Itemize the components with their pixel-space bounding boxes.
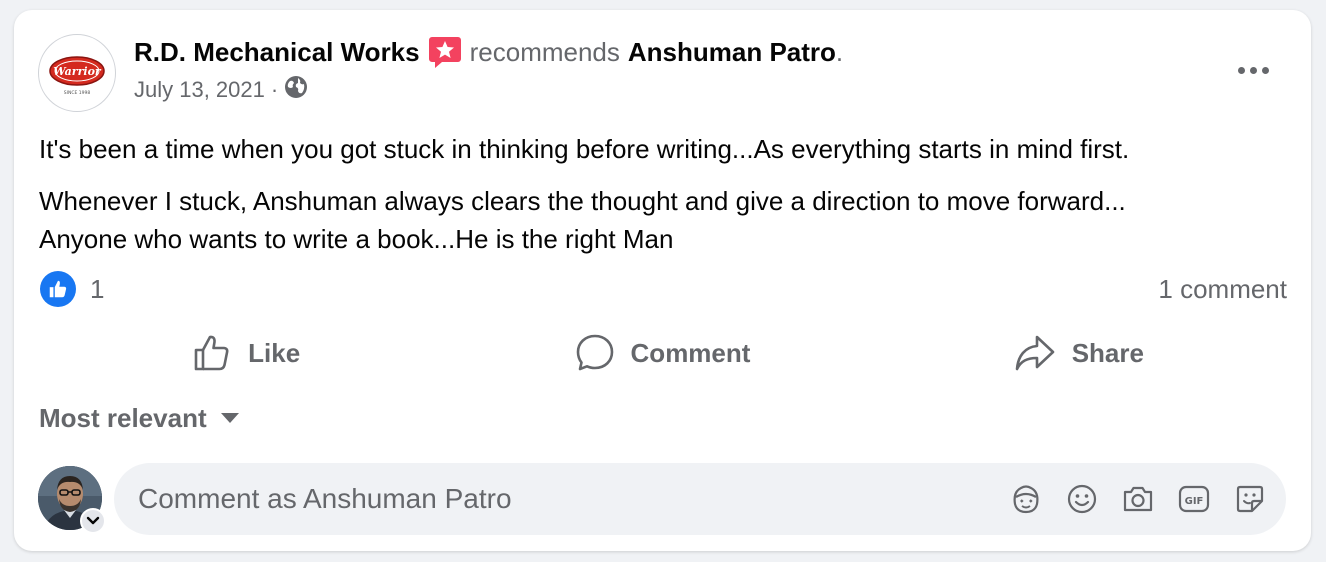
like-button[interactable]: Like — [38, 328, 454, 378]
comment-sort-dropdown[interactable]: Most relevant — [39, 400, 239, 436]
post-meta: July 13, 2021 · — [134, 74, 308, 106]
header-period: . — [835, 36, 844, 67]
thumbs-up-icon — [194, 335, 229, 371]
composer-tools: GIF — [1008, 481, 1268, 517]
reaction-count[interactable]: 1 — [90, 274, 104, 305]
meta-separator: · — [270, 77, 279, 102]
post-paragraph: Whenever I stuck, Anshuman always clears… — [39, 186, 1126, 254]
svg-text:GIF: GIF — [1185, 496, 1204, 507]
reaction-summary[interactable]: 1 — [40, 271, 104, 307]
more-dot-icon — [1249, 66, 1257, 74]
recommend-icon — [428, 35, 462, 69]
comment-button[interactable]: Comment — [454, 328, 870, 378]
share-arrow-icon — [1015, 335, 1054, 371]
author-name[interactable]: R.D. Mechanical Works — [134, 37, 420, 68]
action-bar: Like Comment Share — [38, 328, 1287, 378]
more-options-button[interactable] — [1231, 54, 1275, 86]
share-button[interactable]: Share — [871, 328, 1287, 378]
camera-icon[interactable] — [1120, 481, 1156, 517]
more-dot-icon — [1237, 66, 1245, 74]
share-label: Share — [1071, 337, 1144, 368]
comment-input[interactable] — [138, 463, 958, 535]
post-card: Warrior SINCE 1998 R.D. Mechanical Works… — [14, 10, 1311, 551]
sort-label: Most relevant — [39, 402, 207, 433]
globe-icon[interactable] — [284, 75, 308, 105]
comment-count[interactable]: 1 comment — [1158, 271, 1287, 307]
emoji-icon[interactable] — [1064, 481, 1100, 517]
post-paragraph: It's been a time when you got stuck in t… — [39, 134, 1130, 164]
chevron-down-icon — [86, 516, 100, 525]
post-date[interactable]: July 13, 2021 — [134, 77, 265, 103]
like-reaction-icon — [40, 271, 76, 307]
recommended-person[interactable]: Anshuman Patro — [628, 37, 836, 68]
page-avatar[interactable]: Warrior SINCE 1998 — [38, 34, 116, 112]
profile-switch-button[interactable] — [80, 508, 106, 534]
post-body: It's been a time when you got stuck in t… — [39, 130, 1271, 258]
avatar-sticker-icon[interactable] — [1008, 481, 1044, 517]
like-label: Like — [248, 337, 301, 368]
caret-down-icon — [220, 413, 239, 423]
comment-composer: GIF — [114, 463, 1286, 535]
warrior-logo: Warrior SINCE 1998 — [49, 56, 105, 96]
more-dot-icon — [1261, 66, 1269, 74]
recommends-verb: recommends — [469, 36, 620, 67]
svg-text:SINCE 1998: SINCE 1998 — [64, 90, 91, 96]
gif-icon[interactable]: GIF — [1176, 481, 1212, 517]
svg-text:Warrior: Warrior — [53, 65, 102, 78]
sticker-icon[interactable] — [1232, 481, 1268, 517]
comment-bubble-icon — [576, 334, 613, 371]
comment-label: Comment — [630, 337, 751, 368]
post-header: R.D. Mechanical Works recommends Anshuma… — [134, 34, 843, 70]
